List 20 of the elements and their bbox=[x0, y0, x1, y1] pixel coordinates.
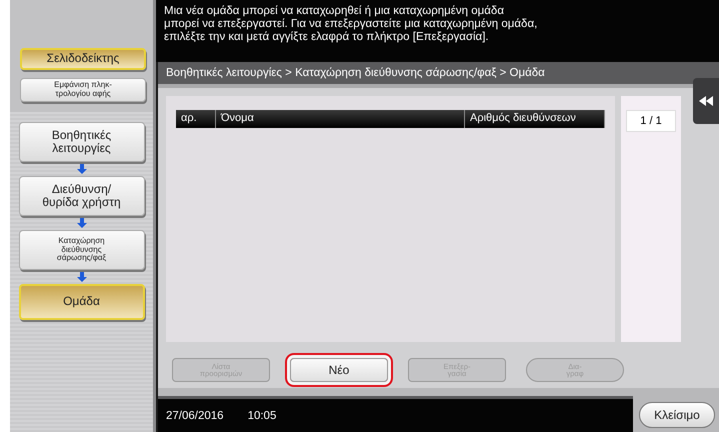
instruction-message: Μια νέα ομάδα μπορεί να καταχωρηθεί ή μια καταχωρημένη ομάδα μπορεί να επεξεργαστεί. Για να επεξεργαστείτε μια καταχωρημένη ομάδα, επιλέξτε την και μετά αγγίξτε ελαφρά το πλήκτρο [Επεξεργασία]. bbox=[156, 0, 719, 62]
down-arrow-icon bbox=[76, 218, 86, 228]
path-button[interactable]: Βοηθητικές λειτουργίες bbox=[18, 122, 144, 162]
breadcrumb: Βοηθητικές λειτουργίες > Καταχώρηση διεύθυνσης σάρωσης/φαξ > Ομάδα bbox=[158, 62, 719, 88]
path-button[interactable]: Καταχώρηση διεύθυνσης σάρωσης/φαξ bbox=[18, 230, 144, 270]
time-text: 10:05 bbox=[248, 410, 276, 422]
column-header: Όνομα bbox=[216, 110, 465, 128]
close-button[interactable]: Κλείσιμο bbox=[639, 402, 715, 428]
sidebar-button[interactable]: Εμφάνιση πληκ- τρολογίου αφής bbox=[20, 78, 146, 102]
down-arrow-icon bbox=[76, 272, 86, 282]
path-button[interactable]: Ομάδα bbox=[18, 284, 144, 320]
sidebar-button[interactable]: Σελιδοδείκτης bbox=[20, 48, 146, 70]
down-arrow-icon bbox=[76, 164, 86, 174]
column-header: αρ. bbox=[176, 110, 216, 128]
double-left-arrow-icon bbox=[699, 96, 713, 106]
date-text: 27/06/2016 bbox=[166, 410, 224, 422]
path-button[interactable]: Διεύθυνση/ θυρίδα χρήστη bbox=[18, 176, 144, 216]
page-counter: 1 / 1 bbox=[626, 110, 676, 132]
side-panel-tab[interactable] bbox=[693, 78, 719, 124]
column-header: Αριθμός διευθύνσεων bbox=[465, 110, 605, 128]
